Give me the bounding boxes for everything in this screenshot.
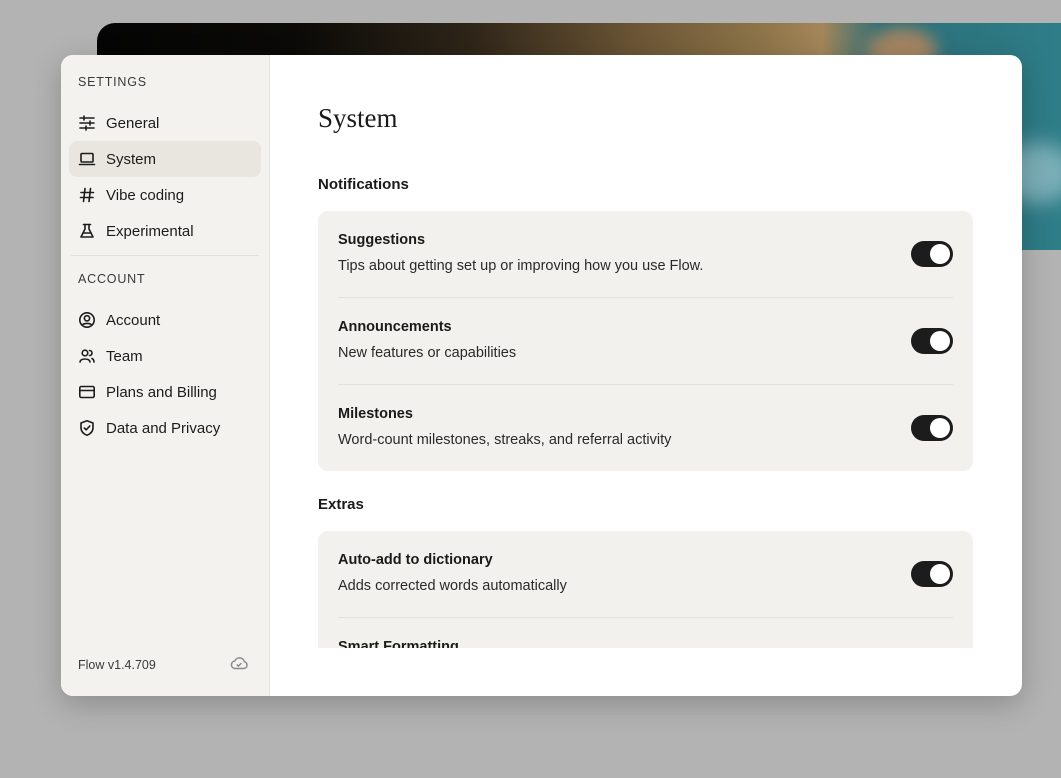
- sidebar-item-label: Data and Privacy: [106, 419, 221, 437]
- notifications-card: Suggestions Tips about getting set up or…: [318, 211, 973, 471]
- extras-heading: Extras: [318, 496, 364, 513]
- shield-check-icon: [78, 419, 96, 437]
- settings-section-label: SETTINGS: [78, 75, 147, 89]
- setting-title: Announcements: [338, 319, 452, 335]
- auto-add-to-dictionary-toggle[interactable]: [911, 561, 953, 587]
- setting-title: Auto-add to dictionary: [338, 552, 493, 568]
- setting-title: Suggestions: [338, 232, 426, 248]
- user-circle-icon: [78, 311, 96, 329]
- sidebar-item-data-and-privacy[interactable]: Data and Privacy: [69, 410, 261, 446]
- laptop-icon: [78, 150, 96, 168]
- toggle-knob: [930, 244, 950, 264]
- version-label: Flow v1.4.709: [78, 657, 156, 672]
- flask-icon: [78, 222, 96, 240]
- setting-description: Tips about getting set up or improving h…: [338, 258, 704, 274]
- sidebar-item-vibe-coding[interactable]: Vibe coding: [69, 177, 261, 213]
- account-section-label: ACCOUNT: [78, 272, 146, 286]
- cloud-check-icon[interactable]: [229, 653, 249, 676]
- suggestions-toggle[interactable]: [911, 241, 953, 267]
- toggle-knob: [930, 331, 950, 351]
- team-icon: [78, 347, 96, 365]
- sidebar-footer: Flow v1.4.709: [78, 653, 249, 676]
- announcements-toggle[interactable]: [911, 328, 953, 354]
- sidebar-item-label: System: [106, 150, 157, 168]
- setting-row-announcements: Announcements New features or capabiliti…: [338, 298, 953, 385]
- setting-description: Word-count milestones, streaks, and refe…: [338, 432, 672, 448]
- sidebar-item-experimental[interactable]: Experimental: [69, 213, 261, 249]
- sidebar-item-team[interactable]: Team: [69, 338, 261, 374]
- sidebar-item-system[interactable]: System: [69, 141, 261, 177]
- sidebar-item-label: Vibe coding: [106, 186, 185, 204]
- setting-row-milestones: Milestones Word-count milestones, streak…: [338, 385, 953, 471]
- setting-row-smart-formatting: Smart Formatting: [338, 618, 953, 648]
- settings-dialog: SETTINGS General System Vibe coding Expe…: [61, 55, 1022, 696]
- notifications-heading: Notifications: [318, 176, 409, 193]
- milestones-toggle[interactable]: [911, 415, 953, 441]
- toggle-knob: [930, 564, 950, 584]
- extras-card: Auto-add to dictionary Adds corrected wo…: [318, 531, 973, 648]
- sidebar-item-label: Team: [106, 347, 143, 365]
- page-title: System: [318, 103, 398, 133]
- setting-row-auto-add-to-dictionary: Auto-add to dictionary Adds corrected wo…: [338, 531, 953, 618]
- sliders-icon: [78, 114, 96, 132]
- sidebar-item-label: Account: [106, 311, 161, 329]
- sidebar-item-plans-and-billing[interactable]: Plans and Billing: [69, 374, 261, 410]
- credit-card-icon: [78, 383, 96, 401]
- hash-icon: [78, 186, 96, 204]
- sidebar-item-label: Experimental: [106, 222, 194, 240]
- sidebar-item-general[interactable]: General: [69, 105, 261, 141]
- setting-description: New features or capabilities: [338, 345, 517, 361]
- sidebar-item-label: General: [106, 114, 160, 132]
- settings-sidebar: SETTINGS General System Vibe coding Expe…: [61, 55, 270, 696]
- sidebar-item-label: Plans and Billing: [106, 383, 217, 401]
- setting-title: Smart Formatting: [338, 639, 459, 648]
- settings-content: System Notifications Suggestions Tips ab…: [270, 55, 1022, 648]
- setting-description: Adds corrected words automatically: [338, 578, 567, 594]
- setting-row-suggestions: Suggestions Tips about getting set up or…: [338, 211, 953, 298]
- toggle-knob: [930, 418, 950, 438]
- sidebar-item-account[interactable]: Account: [69, 302, 261, 338]
- setting-title: Milestones: [338, 406, 413, 422]
